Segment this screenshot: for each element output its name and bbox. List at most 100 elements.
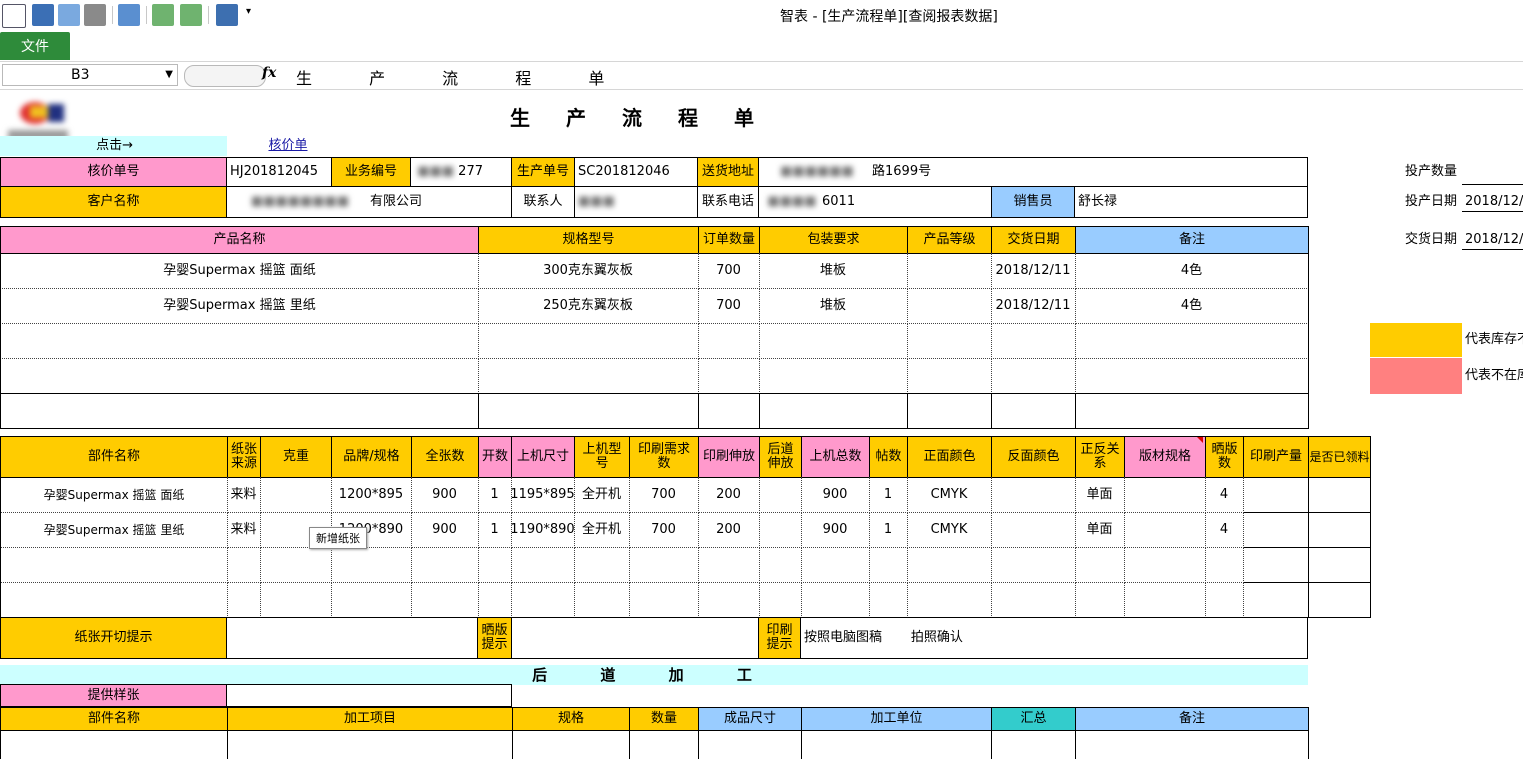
- exit-icon[interactable]: [216, 4, 238, 26]
- part-cell[interactable]: 900: [801, 512, 870, 548]
- spreadsheet[interactable]: 生产流程单 点击→ 核价单 核价单号 HJ201812045 业务编号 ■■■ 2…: [0, 90, 1523, 759]
- part-cell[interactable]: [991, 582, 1076, 618]
- product-cell[interactable]: [1075, 393, 1309, 429]
- product-cell[interactable]: [0, 393, 479, 429]
- part-cell[interactable]: [698, 547, 760, 583]
- part-cell[interactable]: 1200*895: [331, 477, 412, 513]
- product-cell[interactable]: [907, 358, 992, 394]
- customer-value[interactable]: ■■■■■■■■ 有限公司: [226, 186, 512, 218]
- part-cell[interactable]: [260, 477, 332, 513]
- name-box[interactable]: B3 ▼: [2, 64, 178, 86]
- copy-icon[interactable]: [118, 4, 140, 26]
- part-cell[interactable]: 200: [698, 477, 760, 513]
- product-cell[interactable]: 250克东翼灰板: [478, 288, 699, 324]
- function-search[interactable]: [184, 65, 266, 87]
- post-cell[interactable]: [801, 730, 992, 759]
- product-cell[interactable]: [1075, 358, 1309, 394]
- part-cell[interactable]: [1075, 547, 1125, 583]
- product-cell[interactable]: [698, 393, 760, 429]
- part-cell[interactable]: [1308, 547, 1371, 583]
- plate-hint-value[interactable]: [511, 617, 759, 659]
- biz-no-value[interactable]: ■■■ 277: [410, 157, 512, 187]
- part-cell[interactable]: [574, 582, 630, 618]
- part-cell[interactable]: [759, 512, 802, 548]
- part-cell[interactable]: [1124, 547, 1206, 583]
- part-cell[interactable]: [869, 547, 908, 583]
- save-icon[interactable]: [32, 4, 54, 26]
- part-cell[interactable]: 全开机: [574, 512, 630, 548]
- product-cell[interactable]: [759, 358, 908, 394]
- product-cell[interactable]: [991, 323, 1076, 359]
- product-cell[interactable]: 4色: [1075, 253, 1309, 289]
- part-cell[interactable]: [1205, 547, 1244, 583]
- product-cell[interactable]: [478, 393, 699, 429]
- part-cell[interactable]: [759, 547, 802, 583]
- post-cell[interactable]: [1075, 730, 1309, 759]
- part-cell[interactable]: [1124, 582, 1206, 618]
- product-cell[interactable]: [907, 253, 992, 289]
- formula-content[interactable]: 生 产 流 程 单: [296, 65, 630, 89]
- part-cell[interactable]: 4: [1205, 477, 1244, 513]
- contact-value[interactable]: ■■■: [574, 186, 698, 218]
- part-cell[interactable]: 单面: [1075, 512, 1125, 548]
- product-cell[interactable]: [907, 323, 992, 359]
- post-cell[interactable]: [991, 730, 1076, 759]
- part-cell[interactable]: 1: [478, 477, 512, 513]
- part-cell[interactable]: [411, 582, 479, 618]
- product-cell[interactable]: [0, 358, 479, 394]
- product-cell[interactable]: 700: [698, 288, 760, 324]
- product-cell[interactable]: 孕婴Supermax 摇篮 面纸: [0, 253, 479, 289]
- cut-hint-value[interactable]: [226, 617, 478, 659]
- part-cell[interactable]: [1243, 512, 1309, 548]
- part-cell[interactable]: [629, 547, 699, 583]
- part-cell[interactable]: 700: [629, 477, 699, 513]
- file-tab[interactable]: 文件: [0, 32, 70, 60]
- part-cell[interactable]: [991, 477, 1076, 513]
- part-cell[interactable]: [801, 582, 870, 618]
- part-cell[interactable]: [759, 582, 802, 618]
- part-cell[interactable]: CMYK: [907, 512, 992, 548]
- product-cell[interactable]: [991, 393, 1076, 429]
- post-cell[interactable]: [227, 730, 513, 759]
- post-cell[interactable]: [0, 730, 228, 759]
- product-cell[interactable]: [907, 288, 992, 324]
- product-cell[interactable]: [0, 323, 479, 359]
- part-cell[interactable]: [331, 582, 412, 618]
- part-cell[interactable]: [478, 547, 512, 583]
- product-cell[interactable]: 2018/12/11: [991, 288, 1076, 324]
- part-cell[interactable]: 孕婴Supermax 摇篮 面纸: [0, 477, 228, 513]
- post-cell[interactable]: [698, 730, 802, 759]
- post-cell[interactable]: [512, 730, 630, 759]
- print-icon[interactable]: [84, 4, 106, 26]
- part-cell[interactable]: [260, 547, 332, 583]
- part-cell[interactable]: [260, 582, 332, 618]
- product-cell[interactable]: [907, 393, 992, 429]
- part-cell[interactable]: 全开机: [574, 477, 630, 513]
- part-cell[interactable]: 4: [1205, 512, 1244, 548]
- part-cell[interactable]: 1: [869, 512, 908, 548]
- product-cell[interactable]: [478, 323, 699, 359]
- part-cell[interactable]: [1243, 477, 1309, 513]
- part-cell[interactable]: 900: [801, 477, 870, 513]
- deliv-date-value[interactable]: 2018/12/: [1462, 230, 1523, 250]
- product-cell[interactable]: [759, 323, 908, 359]
- preview-icon[interactable]: [58, 4, 80, 26]
- part-cell[interactable]: [629, 582, 699, 618]
- part-cell[interactable]: 1190*890: [511, 512, 575, 548]
- part-cell[interactable]: [1308, 512, 1371, 548]
- part-cell[interactable]: [1075, 582, 1125, 618]
- product-cell[interactable]: [698, 358, 760, 394]
- product-cell[interactable]: [698, 323, 760, 359]
- phone-value[interactable]: ■■■■ 6011: [758, 186, 992, 218]
- product-cell[interactable]: [759, 393, 908, 429]
- part-cell[interactable]: [759, 477, 802, 513]
- product-cell[interactable]: 300克东翼灰板: [478, 253, 699, 289]
- print-hint-value[interactable]: 按照电脑图稿 拍照确认: [800, 617, 1308, 659]
- grid-icon[interactable]: [2, 4, 26, 28]
- product-cell[interactable]: 孕婴Supermax 摇篮 里纸: [0, 288, 479, 324]
- part-cell[interactable]: [907, 582, 992, 618]
- addr-value[interactable]: ■■■■■■ 路1699号: [758, 157, 1308, 187]
- part-cell[interactable]: 200: [698, 512, 760, 548]
- post-cell[interactable]: [629, 730, 699, 759]
- quote-no-value[interactable]: HJ201812045: [226, 157, 332, 187]
